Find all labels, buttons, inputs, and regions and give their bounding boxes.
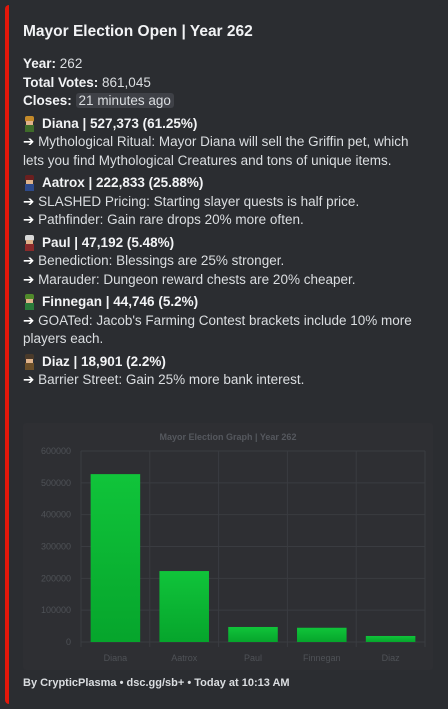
perk-line: ➔ SLASHED Pricing: Starting slayer quest… (23, 193, 429, 212)
bar-aatrox (159, 571, 209, 642)
election-chart: Mayor Election Graph | Year 262 0 100000 20… (23, 423, 433, 670)
candidate-header: Diana | 527,373 (61.25%) (23, 115, 429, 134)
candidate-header: Paul | 47,192 (5.48%) (23, 234, 429, 253)
y-tick-label: 500000 (41, 478, 71, 488)
candidate-block: Diaz | 18,901 (2.2%) ➔ Barrier Street: Ga… (23, 353, 429, 390)
perk-text: Mythological Ritual: Mayor Diana will se… (23, 134, 409, 168)
perk-text: Benediction: Blessings are 25% stronger. (38, 253, 285, 268)
arrow-right-icon: ➔ (23, 134, 39, 149)
perk-text: GOATed: Jacob's Farming Contest brackets… (23, 312, 412, 347)
perk-text: Barrier Street: Gain 25% more bank inter… (38, 372, 305, 387)
x-tick-label: Aatrox (171, 653, 198, 663)
closes-timestamp[interactable]: 21 minutes ago (75, 93, 174, 108)
perk-line: ➔ GOATed: Jacob's Farming Contest bracke… (23, 312, 429, 349)
candidate-block: Finnegan | 44,746 (5.2%) ➔ GOATed: Jacob'… (23, 293, 429, 349)
candidate-block: Diana | 527,373 (61.25%) ➔ Mythological R… (23, 115, 429, 171)
election-meta: Year: 262 Total Votes: 861,045 Closes: 2… (23, 55, 429, 111)
candidate-header: Finnegan | 44,746 (5.2%) (23, 293, 429, 312)
votes-label: Total Votes: (23, 74, 99, 90)
bar-diana (90, 474, 141, 642)
candidate-header-text: Finnegan | 44,746 (5.2%) (42, 294, 199, 309)
election-embed: Mayor Election Open | Year 262 Year: 262… (5, 5, 443, 704)
y-tick-label: 200000 (41, 573, 71, 583)
x-tick-label: Diana (104, 653, 128, 663)
votes-value: 861,045 (102, 74, 151, 90)
candidate-header-text: Diaz | 18,901 (2.2%) (42, 353, 166, 369)
perk-text: Marauder: Dungeon reward chests are 20% … (38, 271, 356, 287)
aatrox-sprite-icon (23, 175, 36, 192)
diana-sprite-icon (23, 115, 36, 132)
perk-line: ➔ Marauder: Dungeon reward chests are 20… (23, 271, 429, 290)
arrow-right-icon: ➔ (23, 193, 39, 209)
perk-line: ➔ Pathfinder: Gain rare drops 20% more o… (23, 211, 429, 230)
candidate-header-text: Aatrox | 222,833 (25.88%) (42, 175, 204, 190)
candidate-block: Paul | 47,192 (5.48%) ➔ Benediction: Bles… (23, 234, 429, 290)
paul-sprite-icon (23, 234, 36, 251)
embed-footer: By CrypticPlasma • dsc.gg/sb+ • Today at… (23, 677, 290, 689)
bar-diaz (365, 635, 416, 642)
y-tick-label: 300000 (41, 542, 71, 552)
y-tick-label: 0 (66, 637, 71, 647)
arrow-right-icon: ➔ (23, 312, 39, 328)
perk-line: ➔ Benediction: Blessings are 25% stronge… (23, 252, 429, 271)
arrow-right-icon: ➔ (23, 253, 39, 268)
perk-text: SLASHED Pricing: Starting slayer quests … (38, 193, 360, 209)
arrow-right-icon: ➔ (23, 372, 39, 387)
y-tick-label: 100000 (41, 605, 71, 615)
finnegan-sprite-icon (23, 294, 36, 311)
arrow-right-icon: ➔ (23, 212, 39, 227)
chart-title: Mayor Election Graph | Year 262 (160, 432, 297, 442)
arrow-right-icon: ➔ (23, 271, 39, 287)
candidate-header: Aatrox | 222,833 (25.88%) (23, 174, 429, 193)
candidate-block: Aatrox | 222,833 (25.88%) ➔ SLASHED Prici… (23, 174, 429, 230)
perk-line: ➔ Mythological Ritual: Mayor Diana will … (23, 133, 429, 170)
y-tick-label: 600000 (41, 446, 71, 456)
year-value: 262 (59, 56, 83, 71)
candidate-header-text: Diana | 527,373 (61.25%) (42, 115, 198, 131)
bar-paul (228, 626, 278, 642)
x-tick-label: Diaz (382, 653, 401, 663)
perk-line: ➔ Barrier Street: Gain 25% more bank int… (23, 371, 429, 390)
candidate-list: Diana | 527,373 (61.25%) ➔ Mythological R… (23, 115, 429, 390)
x-tick-label: Finnegan (303, 653, 341, 663)
year-label: Year: (23, 56, 57, 71)
candidate-header: Diaz | 18,901 (2.2%) (23, 353, 429, 372)
diaz-sprite-icon (23, 353, 36, 370)
bar-finnegan (297, 627, 347, 642)
y-tick-label: 400000 (41, 510, 71, 520)
x-tick-label: Paul (244, 653, 262, 663)
closes-label: Closes: (23, 93, 72, 108)
perk-text: Pathfinder: Gain rare drops 20% more oft… (38, 212, 304, 227)
embed-title: Mayor Election Open | Year 262 (23, 23, 253, 40)
chart-svg: Mayor Election Graph | Year 262 0 100000 20… (41, 432, 426, 663)
candidate-header-text: Paul | 47,192 (5.48%) (42, 234, 175, 250)
